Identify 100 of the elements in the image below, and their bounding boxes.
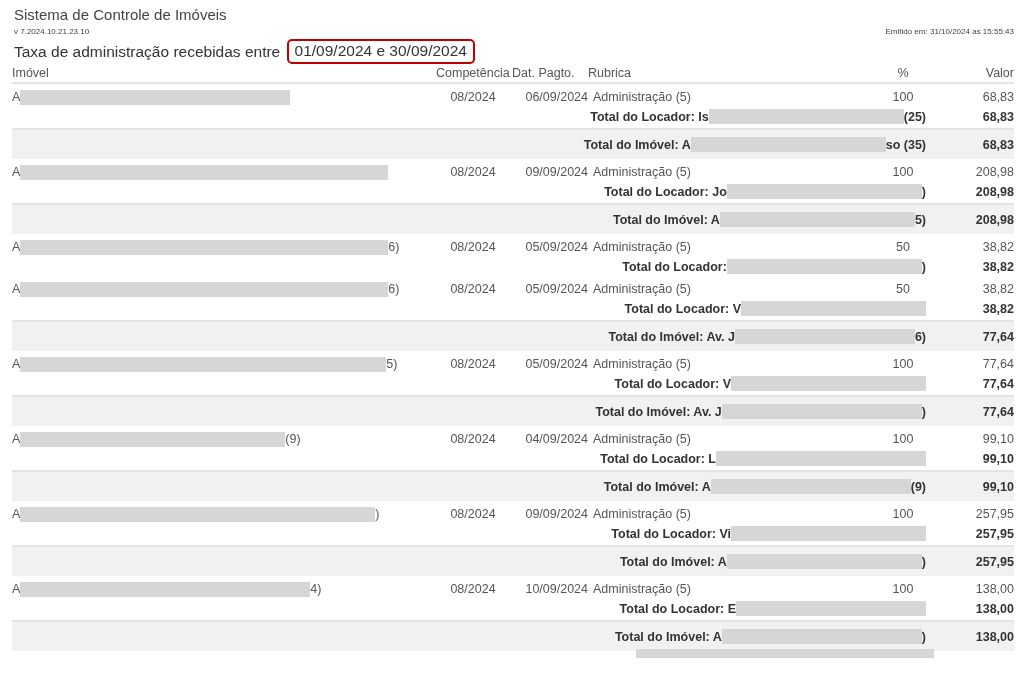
visible-text: Total do Imóvel: Av. J [595,404,722,419]
visible-text: A [12,240,21,254]
visible-text: Total do Locador: Is [590,109,709,124]
total-value: 208,98 [974,212,1014,227]
table-cell-text: 08/2024 [449,357,497,371]
total-value: 257,95 [974,554,1014,569]
visible-text: A [12,357,21,371]
visible-text: Total do Locador: [622,259,727,274]
visible-text: Total do Imóvel: A [603,479,711,494]
table-cell-text: 100 [891,507,915,521]
table-cell-text: 50 [895,240,911,254]
column-header: % [896,66,910,80]
table-cell-text: 68,83 [981,90,1014,104]
visible-text: 6) [914,329,926,344]
table-cell-text: 09/09/2024 [524,507,588,521]
visible-text: ) [375,507,380,521]
table-cell-text: 138,00 [974,582,1014,596]
subtotal-value: 77,64 [981,376,1014,391]
table-cell-text: 06/09/2024 [524,90,588,104]
visible-text: ) [921,184,926,199]
table-cell-text: Administração (5) [592,90,692,104]
subtotal-value: 138,00 [974,601,1014,616]
visible-text: Total do Locador: V [624,301,741,316]
table-cell-text: 04/09/2024 [524,432,588,446]
subtotal-value: 38,82 [981,301,1014,316]
visible-text: 6) [388,240,400,254]
table-cell-text: 08/2024 [449,582,497,596]
visible-text: A [12,582,21,596]
table-cell-text: Administração (5) [592,507,692,521]
visible-text: Total do Imóvel: A [612,212,720,227]
visible-text: Total do Imóvel: A [583,137,691,152]
table-cell-text: 99,10 [981,432,1014,446]
table-cell-text: 08/2024 [449,282,497,296]
issued-date: Emitido em: 31/10/2024 as 15:55:43 [885,27,1014,36]
column-header: Rubrica [588,66,633,80]
visible-text: Total do Locador: E [619,601,736,616]
visible-text: Total do Imóvel: A [614,629,722,644]
total-value: 99,10 [981,479,1014,494]
table-cell-text: 08/2024 [449,507,497,521]
visible-text: ) [921,629,926,644]
visible-text: 5) [386,357,398,371]
table-cell-text: Administração (5) [592,357,692,371]
visible-text: Total do Locador: L [600,451,716,466]
table-cell-text: 100 [891,357,915,371]
table-cell-text: 10/09/2024 [524,582,588,596]
visible-text: 6) [388,282,400,296]
table-cell-text: 100 [891,165,915,179]
total-value: 138,00 [974,629,1014,644]
table-cell-text: 100 [891,432,915,446]
visible-text: ) [921,259,926,274]
subtotal-value: 99,10 [981,451,1014,466]
visible-text: 4) [310,582,322,596]
table-cell-text: 08/2024 [449,165,497,179]
table-cell-text: 08/2024 [449,240,497,254]
table-cell-text: 50 [895,282,911,296]
visible-text: Total do Locador: V [614,376,731,391]
table-cell-text: 208,98 [974,165,1014,179]
subtotal-value: 68,83 [981,109,1014,124]
visible-text: Total do Imóvel: Av. J [608,329,735,344]
visible-text: 5) [914,212,926,227]
table-cell-text: Administração (5) [592,240,692,254]
report-subtitle: Taxa de administração recebidas entre [14,42,282,61]
visible-text: A [12,165,21,179]
visible-text: ) [921,404,926,419]
table-cell-text: 09/09/2024 [524,165,588,179]
total-value: 77,64 [981,329,1014,344]
visible-text: A [12,507,21,521]
table-cell-text: Administração (5) [592,432,692,446]
version-label: v 7.2024.10.21.23.10 [14,27,90,36]
table-cell-text: 08/2024 [449,90,497,104]
column-header: Competência [435,66,511,80]
column-header: Imóvel [12,66,50,80]
highlighted-period: 01/09/2024 e 30/09/2024 [286,39,475,64]
table-cell-text: Administração (5) [592,165,692,179]
table-cell-text: 257,95 [974,507,1014,521]
visible-text: A [12,282,21,296]
visible-text: ) [921,554,926,569]
visible-text: Total do Locador: Vi [611,526,731,541]
total-value: 77,64 [981,404,1014,419]
total-value: 68,83 [981,137,1014,152]
table-cell-text: 38,82 [981,282,1014,296]
report-title: Sistema de Controle de Imóveis [14,6,228,23]
visible-text: A [12,432,21,446]
visible-text: A [12,90,21,104]
subtotal-value: 38,82 [981,259,1014,274]
table-cell-text: 05/09/2024 [524,240,588,254]
table-cell-text: 08/2024 [449,432,497,446]
table-cell-text: 77,64 [981,357,1014,371]
visible-text: Total do Imóvel: A [619,554,727,569]
visible-text: (25) [903,109,926,124]
table-cell-text: Administração (5) [592,282,692,296]
table-cell-text: 100 [891,90,915,104]
visible-text: (9) [910,479,926,494]
table-cell-text: Administração (5) [592,582,692,596]
table-cell-text: 38,82 [981,240,1014,254]
table-cell-text: 100 [891,582,915,596]
visible-text: Total do Locador: Jo [604,184,727,199]
column-header: Dat. Pagto. [512,66,576,80]
visible-text: (9) [285,432,301,446]
subtotal-value: 257,95 [974,526,1014,541]
